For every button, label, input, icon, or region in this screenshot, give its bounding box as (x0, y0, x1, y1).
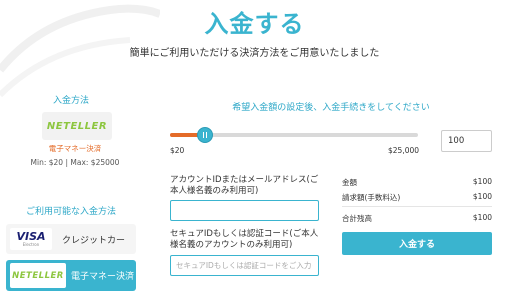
method-option-neteller[interactable]: NETELLER 電子マネー決済 (6, 260, 136, 291)
amount-heading: 希望入金額の設定後、入金手続きをしてください (232, 103, 430, 113)
selected-method-logo: NETELLER (42, 112, 112, 140)
summary-total-label: 合計残高 (342, 214, 372, 223)
page-subtitle: 簡単にご利用いただける決済方法をご用意いたしました (129, 48, 380, 59)
secure-id-label: セキュアIDもしくは認証コード(ご本人様名義のアカウントのみ利用可) (170, 229, 319, 250)
method-option-label: クレジットカー (62, 235, 126, 246)
summary-amount-label: 金額 (342, 178, 357, 187)
method-option-label: 電子マネー決済 (71, 272, 135, 282)
page-title: 入金する (204, 10, 305, 38)
available-methods-heading: ご利用可能な入金方法 (25, 207, 116, 217)
deposit-method-heading: 入金方法 (52, 96, 89, 106)
account-id-input[interactable] (170, 200, 319, 221)
selected-method-type: 電子マネー決済 (48, 144, 102, 153)
summary-charge-label: 請求額(手数料込) (342, 193, 401, 202)
summary-total-value: $100 (472, 213, 492, 222)
secure-id-input[interactable] (170, 255, 319, 276)
visa-logo: VISA Electron (10, 228, 52, 250)
slider-min-label: $20 (170, 146, 185, 155)
deposit-button[interactable]: 入金する (342, 232, 492, 255)
summary-divider (342, 206, 492, 207)
method-option-credit-card[interactable]: VISA Electron クレジットカー (6, 224, 136, 254)
selected-method-limits: Min: $20 | Max: $25000 (30, 158, 120, 167)
slider-max-label: $25,000 (388, 146, 420, 155)
neteller-logo: NETELLER (46, 120, 108, 132)
account-id-label: アカウントIDまたはメールアドレス(ご本人様名義のみ利用可) (170, 175, 319, 196)
neteller-logo: NETELLER (10, 263, 66, 288)
amount-slider-handle[interactable] (196, 127, 213, 143)
summary-charge-value: $100 (472, 192, 492, 201)
amount-input[interactable] (441, 130, 492, 152)
summary-amount-value: $100 (472, 177, 492, 186)
